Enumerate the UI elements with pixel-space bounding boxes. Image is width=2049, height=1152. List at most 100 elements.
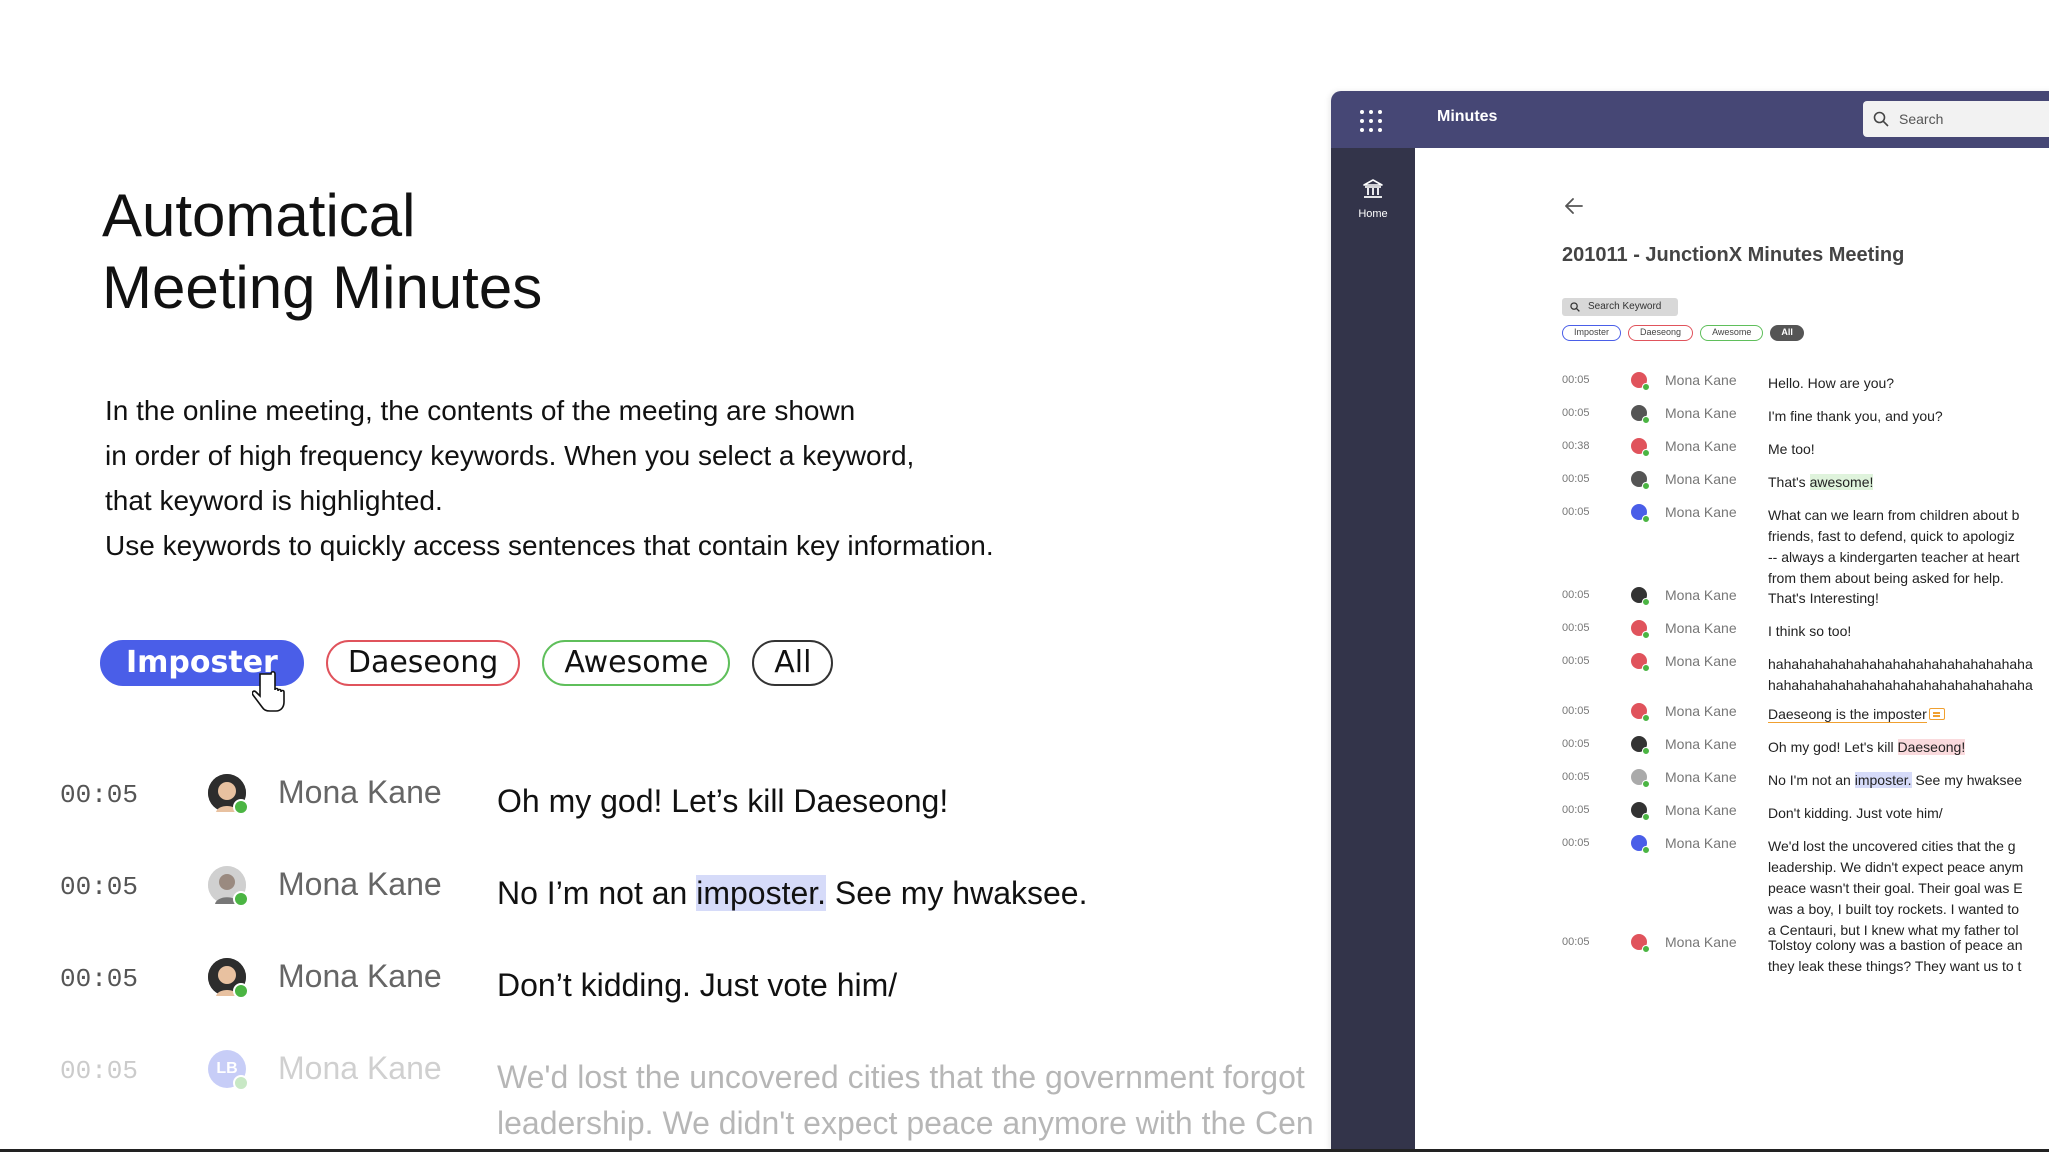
online-status-icon	[1642, 449, 1650, 457]
online-status-icon	[1642, 383, 1650, 391]
message-line: We'd lost the uncovered cities that the …	[497, 1059, 1305, 1095]
row-time: 00:05	[1562, 655, 1590, 667]
row-speaker: Mona Kane	[1665, 703, 1737, 719]
transcript-row[interactable]: 00:05 Mona Kane No I’m not an imposter. …	[60, 852, 1330, 944]
row-time: 00:05	[1562, 506, 1590, 518]
row-message: Daeseong is the imposter	[1768, 704, 2049, 725]
row-speaker: Mona Kane	[278, 866, 442, 902]
transcript-row[interactable]: 00:05 LB Mona Kane We'd lost the uncover…	[60, 1036, 1330, 1141]
online-status-icon	[1642, 813, 1650, 821]
row-speaker: Mona Kane	[1665, 736, 1737, 752]
back-arrow-icon[interactable]	[1565, 198, 1583, 214]
app-chip-awesome[interactable]: Awesome	[1700, 325, 1764, 341]
message-text: No I'm not an	[1768, 772, 1855, 788]
row-speaker: Mona Kane	[1665, 587, 1737, 603]
online-status-icon	[1642, 714, 1650, 722]
row-speaker: Mona Kane	[1665, 405, 1737, 421]
transcript-row[interactable]: 00:05 Mona Kane Oh my god! Let’s kill Da…	[60, 760, 1330, 852]
avatar	[1631, 835, 1650, 854]
row-message: I'm fine thank you, and you?	[1768, 408, 1943, 424]
avatar	[1631, 372, 1650, 391]
row-speaker: Mona Kane	[1665, 620, 1737, 636]
home-building-icon	[1363, 179, 1383, 198]
online-status-icon	[1642, 515, 1650, 523]
message-text: That's	[1768, 474, 1810, 490]
row-speaker: Mona Kane	[1665, 438, 1737, 454]
row-time: 00:05	[1562, 936, 1590, 948]
keyword-highlight: imposter.	[696, 875, 827, 911]
online-status-icon	[1642, 416, 1650, 424]
row-time: 00:38	[1562, 440, 1590, 452]
hero-title: Automatical Meeting Minutes	[102, 180, 542, 324]
online-status-icon	[1642, 846, 1650, 854]
row-time: 00:05	[1562, 738, 1590, 750]
hero-title-line2: Meeting Minutes	[102, 254, 543, 321]
row-time: 00:05	[1562, 473, 1590, 485]
message-text: No I’m not an	[497, 875, 697, 911]
keyword-chip-all[interactable]: All	[752, 640, 834, 686]
app-title: Minutes	[1437, 108, 1498, 125]
keyword-chip-awesome[interactable]: Awesome	[542, 640, 731, 686]
hero-desc-line: that keyword is highlighted.	[105, 485, 443, 516]
row-time: 00:05	[60, 964, 139, 994]
avatar	[1631, 504, 1650, 523]
row-message: Oh my god! Let’s kill Daeseong!	[497, 783, 949, 819]
row-message: We'd lost the uncovered cities that the …	[497, 1054, 1314, 1146]
note-icon[interactable]	[1928, 708, 1945, 720]
message-text: Oh my god! Let's kill	[1768, 739, 1898, 755]
meeting-title: 201011 - JunctionX Minutes Meeting	[1562, 244, 1905, 266]
keyword-chips: Imposter Daeseong Awesome All	[100, 640, 834, 686]
online-status-icon	[1642, 598, 1650, 606]
avatar	[208, 866, 249, 907]
avatar	[1631, 405, 1650, 424]
keyword-highlight: Daeseong!	[1897, 739, 1966, 755]
avatar	[1631, 769, 1650, 788]
hero-desc-line: in order of high frequency keywords. Whe…	[105, 440, 915, 471]
row-time: 00:05	[1562, 407, 1590, 419]
app-chip-imposter[interactable]: Imposter	[1562, 325, 1622, 341]
keyword-search-button[interactable]: Search Keyword	[1562, 298, 1678, 316]
row-speaker: Mona Kane	[1665, 802, 1737, 818]
row-message: hahahahahahahahahahahahahahahahaha hahah…	[1768, 656, 2033, 693]
online-status-icon	[1642, 631, 1650, 639]
avatar	[1631, 587, 1650, 606]
hero-desc-line: Use keywords to quickly access sentences…	[105, 530, 994, 561]
online-status-icon	[1642, 780, 1650, 788]
rail-item-home[interactable]: Home	[1331, 178, 1415, 222]
avatar	[1631, 934, 1650, 953]
row-time: 00:05	[1562, 374, 1590, 386]
meeting-content: 201011 - JunctionX Minutes Meeting Searc…	[1415, 148, 2049, 1152]
row-message: Tolstoy colony was a bastion of peace an…	[1768, 937, 2023, 974]
row-speaker: Mona Kane	[1665, 471, 1737, 487]
search-input[interactable]: Search	[1863, 101, 2049, 137]
row-message: We'd lost the uncovered cities that the …	[1768, 838, 2024, 938]
online-status-icon	[233, 799, 249, 815]
avatar	[208, 774, 249, 815]
avatar	[1631, 736, 1650, 755]
search-placeholder: Search	[1899, 111, 1944, 127]
row-time: 00:05	[1562, 622, 1590, 634]
online-status-icon	[1642, 482, 1650, 490]
avatar: LB	[208, 1050, 249, 1091]
row-speaker: Mona Kane	[278, 958, 442, 994]
keyword-chip-daeseong[interactable]: Daeseong	[325, 640, 521, 686]
row-time: 00:05	[60, 872, 139, 902]
online-status-icon	[1642, 664, 1650, 672]
app-chip-daeseong[interactable]: Daeseong	[1628, 325, 1694, 341]
transcript-row[interactable]: 00:05 Mona Kane Don’t kidding. Just vote…	[60, 944, 1330, 1036]
row-speaker: Mona Kane	[1665, 372, 1737, 388]
app-top-bar: Minutes Search	[1331, 91, 2049, 148]
search-icon	[1873, 111, 1889, 127]
app-chip-all[interactable]: All	[1770, 325, 1804, 341]
keyword-highlight: imposter.	[1854, 772, 1912, 788]
row-message: No I’m not an imposter. See my hwaksee.	[497, 870, 1087, 916]
app-launcher-icon[interactable]	[1360, 110, 1382, 132]
row-speaker: Mona Kane	[1665, 835, 1737, 851]
row-message: That's Interesting!	[1768, 590, 1879, 606]
keyword-highlight: awesome!	[1809, 474, 1874, 490]
transcript-preview: 00:05 Mona Kane Oh my god! Let’s kill Da…	[60, 760, 1330, 1141]
message-text: See my hwaksee	[1911, 772, 2023, 788]
row-message: I think so too!	[1768, 623, 1852, 639]
row-message: Oh my god! Let's kill Daeseong!	[1768, 737, 2049, 758]
row-time: 00:05	[1562, 771, 1590, 783]
